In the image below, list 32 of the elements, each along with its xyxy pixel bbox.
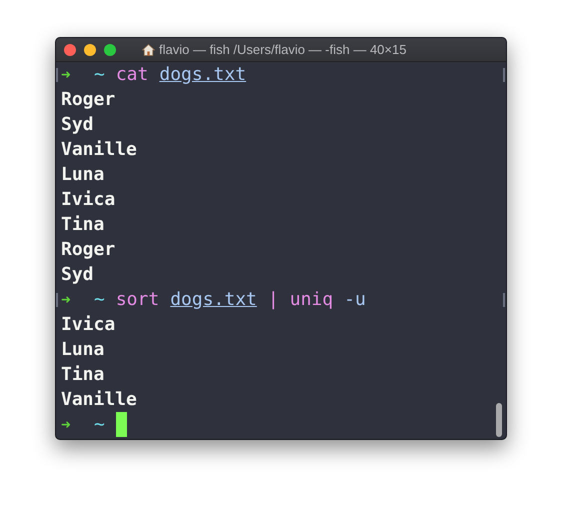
output-line: Roger bbox=[61, 88, 116, 112]
command-name: sort bbox=[116, 288, 160, 312]
output-line: Syd bbox=[61, 263, 94, 287]
directory-tilde: ~ bbox=[94, 413, 105, 437]
prompt-arrow: ➜ bbox=[61, 414, 72, 436]
output-line: Syd bbox=[61, 113, 94, 137]
minimize-button[interactable] bbox=[84, 44, 96, 56]
close-button[interactable] bbox=[64, 44, 76, 56]
output-line: Luna bbox=[61, 163, 104, 187]
option-text: -u bbox=[344, 288, 366, 312]
command-name: cat bbox=[116, 63, 148, 87]
directory-tilde: ~ bbox=[94, 63, 105, 87]
scrollbar-thumb[interactable] bbox=[496, 403, 502, 437]
output-line: Tina bbox=[61, 213, 104, 237]
command-name: uniq bbox=[290, 288, 334, 312]
output-line: Ivica bbox=[61, 188, 116, 212]
prompt-arrow: ➜ bbox=[61, 64, 72, 86]
house-icon bbox=[142, 44, 155, 56]
file-path[interactable]: dogs.txt bbox=[159, 62, 246, 87]
output-line: Ivica bbox=[61, 313, 116, 337]
zoom-button[interactable] bbox=[104, 44, 116, 56]
output-line: Vanille bbox=[61, 138, 137, 162]
directory-tilde: ~ bbox=[94, 288, 105, 312]
text-cursor bbox=[116, 412, 127, 437]
output-line: Luna bbox=[61, 338, 104, 362]
output-line: Vanille bbox=[61, 388, 137, 412]
pipe-symbol: | bbox=[268, 288, 279, 312]
window-title: flavio — fish /Users/flavio — -fish — 40×15 bbox=[159, 42, 406, 57]
output-line: Tina bbox=[61, 363, 104, 387]
output-line: Roger bbox=[61, 238, 116, 262]
prompt-arrow: ➜ bbox=[61, 289, 72, 311]
file-path[interactable]: dogs.txt bbox=[170, 287, 257, 312]
